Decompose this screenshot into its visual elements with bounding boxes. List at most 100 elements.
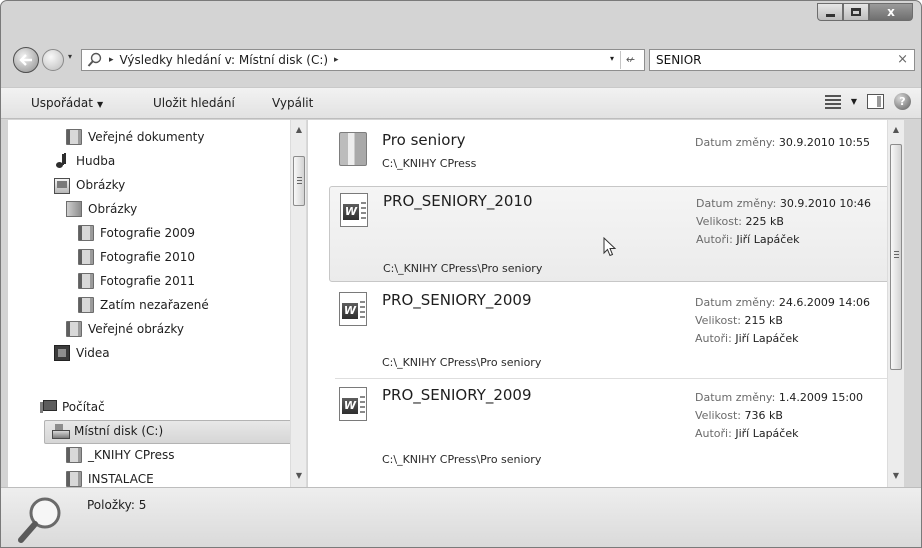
forward-button[interactable]	[42, 49, 64, 71]
nav-item-public-pictures[interactable]: Veřejné obrázky	[66, 318, 184, 340]
save-search-button[interactable]: Uložit hledání	[153, 96, 235, 110]
result-path: C:\_KNIHY CPress	[382, 157, 477, 170]
folder-icon	[78, 249, 94, 265]
burn-button[interactable]: Vypálit	[272, 96, 313, 110]
search-magnifier-icon	[18, 497, 61, 543]
search-input[interactable]	[656, 53, 896, 67]
date-label: Datum změny:	[695, 136, 776, 149]
chevron-down-icon: ▼	[96, 100, 104, 109]
nav-item-label: Počítač	[62, 400, 105, 414]
breadcrumb-search-results[interactable]: Výsledky hledání v: Místní disk (C:)	[120, 53, 329, 67]
change-view-icon[interactable]	[824, 94, 841, 110]
result-item[interactable]: W PRO_SENIORY_2009 C:\_KNIHY CPress\Pro …	[329, 286, 904, 379]
result-name: PRO_SENIORY_2009	[382, 291, 532, 309]
result-date: 30.9.2010 10:46	[779, 197, 872, 210]
scroll-up-icon[interactable]: ▲	[291, 122, 306, 138]
nav-item-label: Veřejné obrázky	[88, 322, 185, 336]
nav-item-label: Obrázky	[88, 202, 138, 216]
navigation-scrollbar[interactable]: ▲ ▼	[290, 120, 306, 487]
result-date: 24.6.2009 14:06	[778, 296, 871, 309]
maximize-icon	[851, 8, 861, 16]
recent-pages-dropdown[interactable]: ▾	[68, 52, 72, 61]
maximize-button[interactable]	[843, 3, 869, 21]
result-date: 1.4.2009 15:00	[778, 391, 864, 404]
nav-item-label: INSTALACE	[88, 472, 154, 486]
nav-item-label: Fotografie 2010	[100, 250, 196, 264]
refresh-icon[interactable]: ↚	[620, 51, 640, 69]
preview-pane-icon[interactable]	[867, 94, 884, 109]
close-icon: x	[887, 5, 895, 19]
nav-item-pictures-folder[interactable]: Obrázky	[66, 198, 137, 220]
drive-icon	[52, 423, 70, 439]
nav-item-label: Fotografie 2009	[100, 226, 196, 240]
nav-item-public-documents[interactable]: Veřejné dokumenty	[66, 126, 204, 148]
nav-item-label: Videa	[76, 346, 110, 360]
nav-item-label: Veřejné dokumenty	[88, 130, 205, 144]
scroll-up-icon[interactable]: ▲	[888, 122, 904, 138]
nav-item-music[interactable]: Hudba	[54, 150, 115, 172]
nav-item-computer[interactable]: Počítač	[40, 396, 105, 418]
nav-item-videos[interactable]: Videa	[54, 342, 110, 364]
close-button[interactable]: x	[869, 3, 913, 21]
nav-item-unsorted[interactable]: Zatím nezařazené	[78, 294, 209, 316]
word-document-icon: W	[339, 387, 367, 421]
caption-buttons: x	[817, 3, 913, 21]
minimize-icon	[825, 13, 835, 17]
view-controls: ▼ ?	[824, 93, 911, 110]
mouse-pointer-icon	[603, 237, 617, 257]
address-bar[interactable]: ▸ Výsledky hledání v: Místní disk (C:) ▸…	[81, 49, 645, 71]
scroll-thumb[interactable]	[890, 144, 902, 370]
scroll-down-icon[interactable]: ▼	[888, 468, 904, 484]
nav-item-knihy-cpress[interactable]: _KNIHY CPress	[66, 444, 175, 466]
result-divider	[335, 378, 901, 379]
nav-item-instalace[interactable]: INSTALACE	[66, 468, 154, 487]
result-meta: Datum změny: 30.9.2010 10:46 Velikost: 2…	[696, 195, 871, 249]
folder-icon	[66, 471, 82, 487]
result-name: PRO_SENIORY_2009	[382, 386, 532, 404]
minimize-button[interactable]	[817, 3, 843, 21]
author-label: Autoři:	[696, 233, 733, 246]
result-item[interactable]: W PRO_SENIORY_2009 C:\_KNIHY CPress\Pro …	[329, 381, 904, 476]
date-label: Datum změny:	[696, 197, 777, 210]
explorer-window: x ▾ ▸ Výsledky hledání v: Místní disk (C…	[0, 0, 922, 548]
clear-search-icon[interactable]: ×	[897, 52, 908, 67]
results-scrollbar[interactable]: ▲ ▼	[887, 120, 904, 487]
size-label: Velikost:	[695, 409, 742, 422]
nav-item-photos-2009[interactable]: Fotografie 2009	[78, 222, 195, 244]
folder-icon	[78, 297, 94, 313]
nav-item-label: _KNIHY CPress	[88, 448, 175, 462]
nav-item-photos-2011[interactable]: Fotografie 2011	[78, 270, 195, 292]
view-options-dropdown[interactable]: ▼	[851, 97, 857, 106]
result-path: C:\_KNIHY CPress\Pro seniory	[382, 453, 542, 466]
command-bar: Uspořádat ▼ Uložit hledání Vypálit ▼ ?	[1, 87, 921, 119]
breadcrumb-separator-end[interactable]: ▸	[334, 55, 339, 65]
folder-icon	[66, 447, 82, 463]
nav-item-photos-2010[interactable]: Fotografie 2010	[78, 246, 195, 268]
result-author: Jiří Lapáček	[735, 427, 799, 440]
breadcrumb-separator[interactable]: ▸	[109, 55, 114, 65]
search-box[interactable]: ×	[649, 49, 915, 71]
back-button[interactable]	[13, 47, 39, 73]
result-item[interactable]: Pro seniory C:\_KNIHY CPress Datum změny…	[329, 126, 904, 188]
nav-item-local-disk-c[interactable]: Místní disk (C:)	[43, 420, 306, 444]
nav-item-label: Hudba	[76, 154, 116, 168]
navigation-row: ▾ ▸ Výsledky hledání v: Místní disk (C:)…	[13, 45, 915, 73]
scroll-down-icon[interactable]: ▼	[291, 468, 306, 484]
scroll-thumb[interactable]	[293, 156, 305, 206]
result-item[interactable]: W PRO_SENIORY_2010 C:\_KNIHY CPress\Pro …	[329, 186, 904, 282]
help-icon[interactable]: ?	[894, 93, 911, 110]
folder-icon	[66, 129, 82, 145]
music-icon	[54, 153, 70, 169]
organize-button[interactable]: Uspořádat ▼	[31, 96, 103, 110]
date-label: Datum změny:	[695, 391, 776, 404]
result-name: Pro seniory	[382, 131, 466, 149]
word-document-icon: W	[339, 292, 367, 326]
result-meta: Datum změny: 1.4.2009 15:00 Velikost: 73…	[695, 389, 863, 443]
address-history-dropdown[interactable]: ▾	[610, 54, 614, 63]
organize-label: Uspořádat	[31, 96, 93, 110]
word-document-icon: W	[340, 193, 368, 227]
nav-item-pictures-library[interactable]: Obrázky	[54, 174, 125, 196]
author-label: Autoři:	[695, 427, 732, 440]
nav-item-label: Zatím nezařazené	[100, 298, 209, 312]
result-author: Jiří Lapáček	[735, 332, 799, 345]
